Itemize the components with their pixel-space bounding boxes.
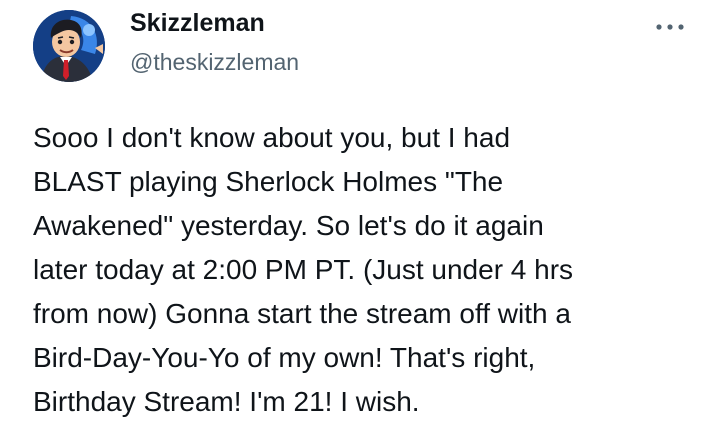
cartoon-avatar-icon <box>33 10 105 82</box>
tweet-card: Skizzleman @theskizzleman Sooo I don't k… <box>0 0 720 442</box>
tweet-line: later today at 2:00 PM PT. (Just under 4… <box>33 254 574 285</box>
tweet-line: Awakened" yesterday. So let's do it agai… <box>33 210 544 241</box>
tweet-line: Birthday Stream! I'm 21! I wish. <box>33 386 420 417</box>
tweet-line: from now) Gonna start the stream off wit… <box>33 298 571 329</box>
tweet-text: Sooo I don't know about you, but I had B… <box>33 116 703 424</box>
user-handle[interactable]: @theskizzleman <box>130 49 299 76</box>
tweet-line: Sooo I don't know about you, but I had <box>33 122 511 153</box>
avatar[interactable] <box>33 10 105 82</box>
more-horizontal-icon <box>656 24 684 30</box>
display-name[interactable]: Skizzleman <box>130 9 265 38</box>
more-options-button[interactable] <box>650 16 690 38</box>
tweet-line: Bird-Day-You-Yo of my own! That's right, <box>33 342 536 373</box>
tweet-line: BLAST playing Sherlock Holmes "The <box>33 166 504 197</box>
